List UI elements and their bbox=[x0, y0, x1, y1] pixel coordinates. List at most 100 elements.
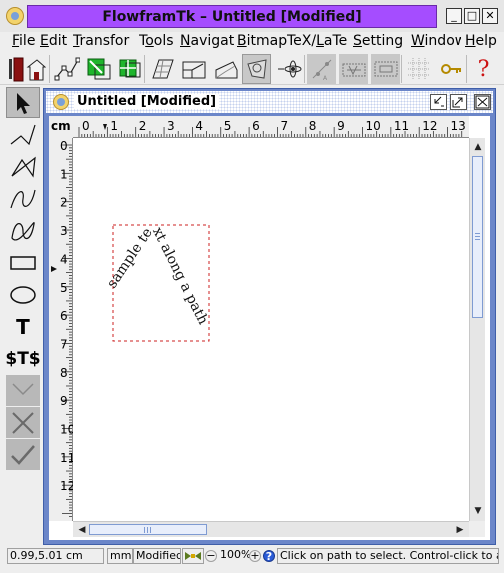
h-ruler-label: 12 bbox=[422, 119, 437, 133]
cursor-position: 0.99,5.01 cm bbox=[7, 548, 104, 564]
group-icon[interactable] bbox=[84, 54, 113, 84]
menu-file[interactable]: File bbox=[12, 32, 39, 49]
edit-path-icon[interactable] bbox=[52, 54, 81, 84]
lock-icon[interactable] bbox=[182, 548, 204, 564]
scroll-left-icon[interactable]: ◀ bbox=[75, 523, 89, 537]
math-tool-icon[interactable]: $T$ bbox=[5, 343, 40, 374]
vertical-ruler[interactable]: 0 1 2 3 4 5 6 7 8 9 10 11 12 bbox=[49, 138, 75, 521]
h-ruler-label: 13 bbox=[451, 119, 466, 133]
rectangle-tool-icon[interactable] bbox=[6, 247, 40, 278]
document-icon bbox=[53, 94, 69, 110]
h-ruler-label: 6 bbox=[252, 119, 260, 133]
v-ruler-label: 9 bbox=[60, 394, 68, 408]
iconify-icon[interactable] bbox=[430, 94, 447, 110]
ungroup-icon[interactable] bbox=[115, 54, 144, 84]
h-ruler-label: 8 bbox=[309, 119, 317, 133]
document-title: Untitled [Modified] bbox=[74, 94, 220, 109]
zoom-in-button[interactable]: + bbox=[249, 550, 261, 562]
grid-lock-icon bbox=[339, 54, 368, 84]
path-tool-icon bbox=[6, 375, 40, 406]
help-icon[interactable]: ? bbox=[469, 54, 498, 84]
close-frame-icon[interactable] bbox=[474, 94, 491, 110]
abandon-icon bbox=[6, 407, 40, 438]
grid-shear-icon[interactable] bbox=[147, 54, 176, 84]
h-ruler-label: 10 bbox=[366, 119, 381, 133]
document-content: cm 0 1 2 3 4 5 6 7 8 9 10 11 12 13 0 1 2 3 4 5 6 7 8 9 10 11 12 s… bbox=[49, 116, 490, 540]
atom-icon[interactable] bbox=[274, 54, 303, 84]
unit-field[interactable]: mm bbox=[107, 548, 133, 564]
scroll-down-icon[interactable]: ▼ bbox=[471, 504, 485, 518]
menu-help[interactable]: Help bbox=[465, 32, 503, 49]
rotate-icon[interactable] bbox=[211, 54, 240, 84]
text-on-path[interactable]: sample text along a path bbox=[104, 225, 211, 327]
horizontal-ruler[interactable]: 0 1 2 3 4 5 6 7 8 9 10 11 12 13 bbox=[73, 116, 469, 138]
h-ruler-label: 4 bbox=[195, 119, 203, 133]
drawing-canvas[interactable]: sample text along a path bbox=[74, 139, 469, 521]
menu-setting[interactable]: Setting bbox=[353, 32, 412, 49]
svg-text:A: A bbox=[323, 75, 328, 82]
bottom-strip bbox=[0, 566, 504, 573]
minimize-button[interactable]: _ bbox=[446, 8, 462, 24]
menu-transfor[interactable]: Transfor bbox=[73, 32, 135, 49]
ellipse-tool-icon[interactable] bbox=[6, 279, 40, 310]
toolbar: A ? bbox=[0, 53, 504, 85]
menu-tools[interactable]: Tools bbox=[139, 32, 179, 49]
menu-bar: File Edit Transfor Tools Navigat Bitmap TeX/La… bbox=[0, 32, 504, 52]
text-tool-icon[interactable]: T bbox=[6, 311, 40, 342]
open-line-tool-icon[interactable] bbox=[6, 119, 40, 150]
exit-icon[interactable] bbox=[7, 54, 47, 84]
scroll-right-icon[interactable]: ▶ bbox=[453, 523, 467, 537]
menu-bitmap[interactable]: Bitmap bbox=[237, 32, 287, 49]
menu-window[interactable]: Window bbox=[411, 32, 461, 49]
close-button[interactable]: ✕ bbox=[482, 8, 498, 24]
vertical-scrollbar[interactable]: ▲ ▼ bbox=[469, 138, 485, 521]
menu-navigat[interactable]: Navigat bbox=[180, 32, 236, 49]
open-curve-tool-icon[interactable] bbox=[6, 183, 40, 214]
v-ruler-label: 5 bbox=[60, 281, 68, 295]
v-ruler-label: 2 bbox=[60, 196, 68, 210]
lock-grid-key-icon[interactable] bbox=[436, 54, 465, 84]
h-ruler-label: 1 bbox=[110, 119, 118, 133]
horizontal-scrollbar[interactable]: ◀ ▶ bbox=[73, 521, 469, 537]
h-cursor-marker bbox=[103, 124, 107, 130]
distort-icon: A bbox=[307, 54, 336, 84]
title-bar: FlowframTk – Untitled [Modified] _ □ ✕ bbox=[0, 0, 504, 32]
v-ruler-label: 10 bbox=[60, 423, 73, 437]
v-ruler-label: 0 bbox=[60, 139, 68, 153]
ruler-unit: cm bbox=[49, 116, 73, 138]
tool-palette: T $T$ bbox=[5, 87, 41, 470]
grid-settings-icon bbox=[371, 54, 400, 84]
maximize-frame-icon[interactable] bbox=[450, 94, 467, 110]
v-ruler-label: 8 bbox=[60, 366, 68, 380]
horizontal-scroll-thumb[interactable] bbox=[89, 524, 207, 535]
v-ruler-label: 1 bbox=[60, 167, 68, 181]
v-ruler-label: 7 bbox=[60, 337, 68, 351]
scale-icon[interactable] bbox=[179, 54, 208, 84]
v-ruler-label: 12 bbox=[60, 479, 73, 493]
modified-status: Modified bbox=[133, 548, 181, 564]
scroll-up-icon[interactable]: ▲ bbox=[471, 140, 485, 154]
closed-line-tool-icon[interactable] bbox=[6, 151, 40, 182]
document-frame: Untitled [Modified] cm 0 1 2 3 4 5 6 7 8 9 10 11 12 1… bbox=[43, 88, 496, 545]
v-ruler-label: 6 bbox=[60, 309, 68, 323]
app-icon[interactable] bbox=[6, 7, 24, 25]
menu-texlate[interactable]: TeX/LaTe bbox=[287, 32, 350, 49]
shape-edit-icon[interactable] bbox=[242, 54, 271, 84]
v-ruler-label: 3 bbox=[60, 224, 68, 238]
zoom-out-button[interactable]: − bbox=[205, 550, 217, 562]
zoom-level[interactable]: 100% bbox=[218, 548, 250, 564]
v-cursor-marker bbox=[51, 266, 57, 272]
scroll-corner bbox=[469, 521, 485, 537]
menu-edit[interactable]: Edit bbox=[40, 32, 75, 49]
closed-curve-tool-icon[interactable] bbox=[6, 215, 40, 246]
info-icon[interactable]: ? bbox=[263, 550, 275, 562]
select-tool-icon[interactable] bbox=[6, 87, 40, 118]
finish-icon bbox=[6, 439, 40, 470]
status-message: Click on path to select. Control-click t… bbox=[277, 548, 499, 564]
vertical-scroll-thumb[interactable] bbox=[472, 156, 483, 318]
maximize-button[interactable]: □ bbox=[464, 8, 480, 24]
v-ruler-label: 11 bbox=[60, 451, 73, 465]
window-title: FlowframTk – Untitled [Modified] bbox=[27, 5, 437, 28]
h-ruler-label: 2 bbox=[139, 119, 147, 133]
show-grid-icon[interactable] bbox=[404, 54, 433, 84]
